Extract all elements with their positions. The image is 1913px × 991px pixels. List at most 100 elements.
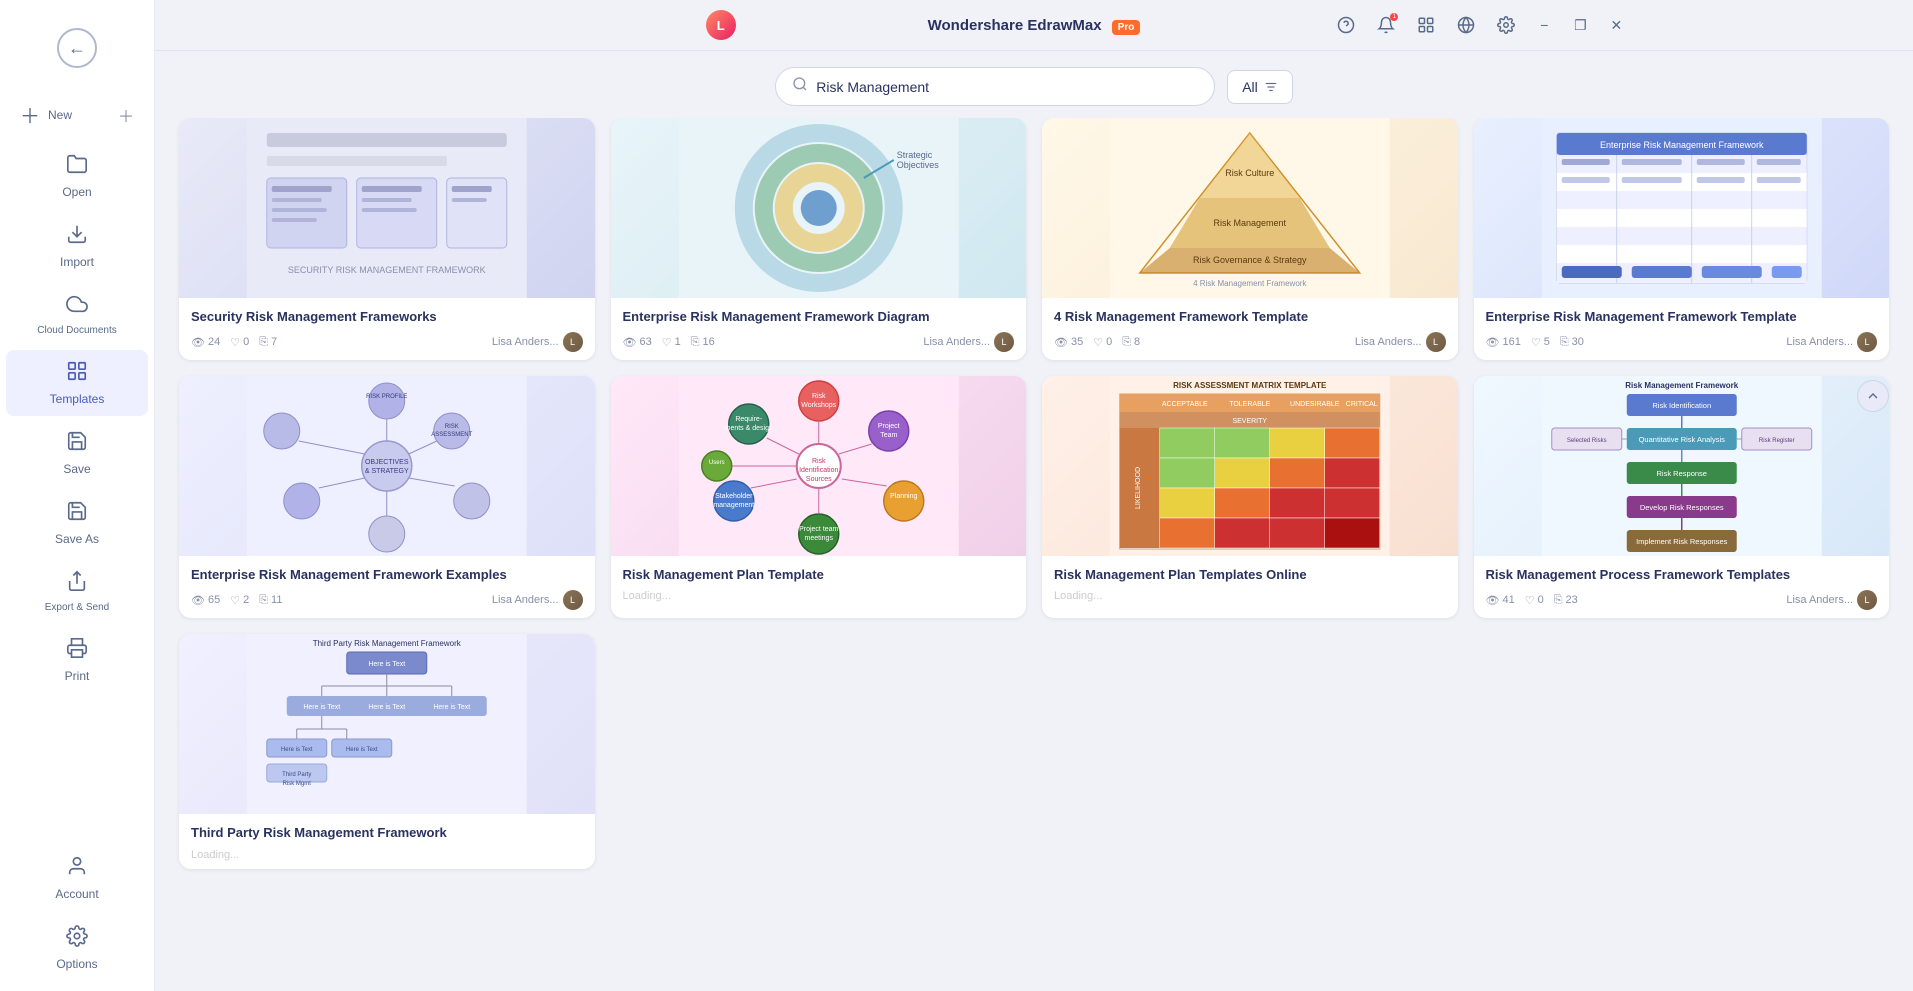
help-button[interactable]: [1332, 11, 1360, 39]
svg-text:Quantitative Risk Analysis: Quantitative Risk Analysis: [1638, 435, 1725, 444]
svg-text:ASSESSMENT: ASSESSMENT: [431, 432, 472, 438]
svg-text:SEVERITY: SEVERITY: [1232, 418, 1267, 425]
template-card-enterprise-template[interactable]: Enterprise Risk Management Framework: [1474, 118, 1890, 360]
back-button[interactable]: ←: [57, 28, 97, 68]
open-icon: [66, 153, 88, 181]
likes-security: ♡ 0: [230, 336, 249, 349]
skin-button[interactable]: [1452, 11, 1480, 39]
notification-button[interactable]: 1: [1372, 11, 1400, 39]
template-card-thirdparty[interactable]: Third Party Risk Management Framework He…: [179, 634, 595, 868]
settings-button[interactable]: [1492, 11, 1520, 39]
views-4risk: 👁 35: [1054, 336, 1083, 349]
svg-text:management: management: [713, 502, 754, 509]
card-image-riskplantemplate: Risk Identification Sources Risk Worksho…: [611, 376, 1027, 556]
author-riskprocess: Lisa Anders... L: [1786, 590, 1877, 610]
eye-icon: 👁: [1486, 336, 1500, 349]
svg-text:Require-: Require-: [735, 416, 763, 423]
likes-riskprocess: ♡ 0: [1525, 594, 1544, 607]
apps-button[interactable]: [1412, 11, 1440, 39]
card-title-riskplantemplate: Risk Management Plan Template: [623, 566, 1015, 584]
app-title: Wondershare EdrawMax: [928, 17, 1102, 34]
sidebar-item-save[interactable]: Save: [6, 420, 148, 486]
filter-button[interactable]: All: [1227, 70, 1293, 104]
restore-button[interactable]: ❐: [1568, 13, 1592, 37]
card-title-thirdparty: Third Party Risk Management Framework: [191, 824, 583, 842]
template-card-riskprocess[interactable]: Risk Management Framework Risk Identific…: [1474, 376, 1890, 618]
card-title-riskmatrix: Risk Management Plan Templates Online: [1054, 566, 1446, 584]
sidebar-item-account[interactable]: Account: [6, 845, 148, 911]
card-meta-enterprise-template: 👁 161 ♡ 5 ⎘ 30 Lisa Anders... L: [1486, 332, 1878, 352]
copies-enterprise1: ⎘ 16: [691, 336, 715, 349]
svg-text:Risk: Risk: [811, 458, 825, 465]
sidebar-item-export[interactable]: Export & Send: [6, 560, 148, 623]
sidebar-item-templates[interactable]: Templates: [6, 350, 148, 416]
svg-text:Develop Risk Responses: Develop Risk Responses: [1639, 503, 1723, 512]
sidebar-item-templates-label: Templates: [50, 392, 105, 406]
account-icon: [66, 855, 88, 883]
views-enterprise2: 👁 65: [191, 594, 220, 607]
svg-text:Risk Register: Risk Register: [1758, 438, 1794, 444]
author-enterprise-template: Lisa Anders... L: [1786, 332, 1877, 352]
heart-icon: ♡: [230, 594, 240, 607]
template-card-4risk[interactable]: Risk Culture Risk Management Risk Govern…: [1042, 118, 1458, 360]
template-card-riskmatrix[interactable]: RISK ASSESSMENT MATRIX TEMPLATE ACCEPTAB…: [1042, 376, 1458, 618]
template-card-enterprise1[interactable]: Strategic Objectives Enterprise Risk Man…: [611, 118, 1027, 360]
svg-text:Risk Culture: Risk Culture: [1225, 168, 1274, 178]
eye-icon: 👁: [1054, 336, 1068, 349]
search-area: All: [155, 51, 1913, 118]
sidebar-item-save-label: Save: [63, 462, 90, 476]
views-enterprise-template: 👁 161: [1486, 336, 1521, 349]
svg-text:Stakeholder: Stakeholder: [715, 493, 753, 500]
sidebar-item-open[interactable]: Open: [6, 143, 148, 209]
card-meta-riskprocess: 👁 41 ♡ 0 ⎘ 23 Lisa Anders... L: [1486, 590, 1878, 610]
sidebar-item-export-label: Export & Send: [45, 602, 109, 613]
search-input[interactable]: [816, 79, 1198, 95]
svg-text:Risk Mgmt: Risk Mgmt: [283, 781, 312, 787]
sidebar-item-saveas[interactable]: Save As: [6, 490, 148, 556]
template-card-riskplantemplate[interactable]: Risk Identification Sources Risk Worksho…: [611, 376, 1027, 618]
views-riskprocess: 👁 41: [1486, 594, 1515, 607]
author-avatar-security: L: [563, 332, 583, 352]
card-body-thirdparty: Third Party Risk Management Framework Lo…: [179, 814, 595, 868]
svg-text:Risk Management Framework: Risk Management Framework: [1625, 381, 1738, 390]
svg-text:Selected Risks: Selected Risks: [1566, 438, 1606, 444]
user-avatar[interactable]: L: [706, 10, 736, 40]
close-button[interactable]: ✕: [1604, 13, 1628, 37]
card-body-riskplantemplate: Risk Management Plan Template Loading...: [611, 556, 1027, 610]
svg-text:& STRATEGY: & STRATEGY: [365, 468, 409, 475]
heart-icon: ♡: [1531, 336, 1541, 349]
sidebar-item-cloud-label: Cloud Documents: [37, 325, 116, 336]
svg-text:RISK PROFILE: RISK PROFILE: [366, 394, 407, 400]
sidebar-item-options[interactable]: Options: [6, 915, 148, 981]
template-card-enterprise2[interactable]: OBJECTIVES & STRATEGY RISK: [179, 376, 595, 618]
search-bar: [775, 67, 1215, 106]
sidebar-item-print[interactable]: Print: [6, 627, 148, 693]
sidebar-item-import[interactable]: Import: [6, 213, 148, 279]
options-icon: [66, 925, 88, 953]
sidebar-item-cloud[interactable]: Cloud Documents: [6, 283, 148, 346]
svg-text:Implement Risk Responses: Implement Risk Responses: [1636, 537, 1728, 546]
svg-text:Here is Text: Here is Text: [368, 704, 405, 711]
svg-text:Objectives: Objectives: [896, 160, 939, 170]
svg-text:Here is Text: Here is Text: [346, 747, 378, 753]
author-avatar-riskprocess: L: [1857, 590, 1877, 610]
card-body-enterprise-template: Enterprise Risk Management Framework Tem…: [1474, 298, 1890, 360]
copy-icon: ⎘: [259, 336, 268, 349]
templates-grid: SECURITY RISK MANAGEMENT FRAMEWORK Secur…: [155, 118, 1913, 991]
sidebar-item-new[interactable]: ＋ New ＋: [6, 90, 148, 139]
template-card-security[interactable]: SECURITY RISK MANAGEMENT FRAMEWORK Secur…: [179, 118, 595, 360]
sidebar-item-open-label: Open: [62, 185, 91, 199]
card-body-riskprocess: Risk Management Process Framework Templa…: [1474, 556, 1890, 618]
scroll-up-button[interactable]: [1857, 380, 1889, 412]
likes-enterprise1: ♡ 1: [662, 336, 681, 349]
svg-text:TOLERABLE: TOLERABLE: [1229, 401, 1270, 408]
card-meta-riskmatrix: Loading...: [1054, 590, 1446, 602]
minimize-button[interactable]: −: [1532, 13, 1556, 37]
sidebar-item-account-label: Account: [55, 887, 98, 901]
heart-icon: ♡: [1093, 336, 1103, 349]
card-title-riskprocess: Risk Management Process Framework Templa…: [1486, 566, 1878, 584]
back-button-area[interactable]: ←: [45, 16, 109, 80]
svg-text:Team: Team: [880, 432, 897, 439]
new-add-icon: ＋: [118, 103, 134, 127]
svg-text:Users: Users: [708, 460, 724, 466]
